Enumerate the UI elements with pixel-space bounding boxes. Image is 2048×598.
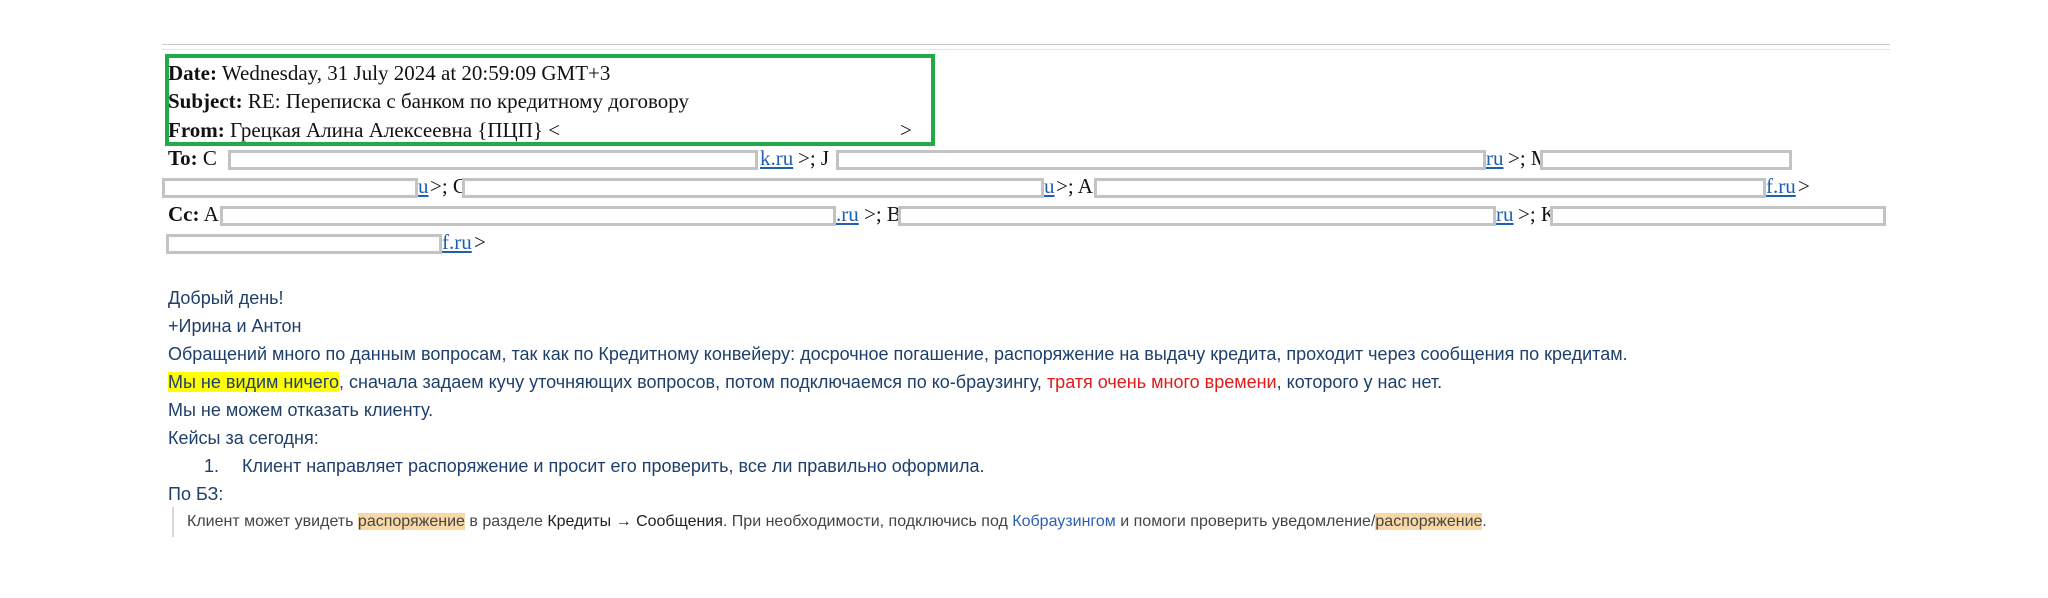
cc-line: Cc: A: [168, 201, 219, 227]
separator-line-secondary: [162, 49, 1890, 50]
redaction-box: [162, 178, 418, 198]
to-link-1[interactable]: k.ru: [760, 145, 793, 171]
to-label: To:: [168, 146, 198, 170]
highlight-frame: [165, 54, 935, 146]
kb-text-3: . При необходимости, подключись под: [722, 513, 1013, 530]
body-paragraph-2-middle: , сначала задаем кучу уточняющих вопросо…: [339, 372, 1047, 392]
redaction-box: [228, 150, 758, 170]
red-phrase: тратя очень много времени: [1046, 372, 1277, 392]
kb-text-2: в разделе: [464, 513, 548, 530]
body-paragraph-3: Мы не можем отказать клиенту.: [168, 400, 434, 420]
redaction-box: [220, 206, 836, 226]
body-paragraph-1: Обращений много по данным вопросам, так …: [168, 344, 1628, 364]
cases-title: Кейсы за сегодня:: [168, 428, 319, 448]
redaction-box: [166, 234, 442, 254]
cc-link-1[interactable]: .ru: [836, 201, 859, 227]
kb-highlight-1: распоряжение: [357, 513, 465, 530]
kb-text-4: и помоги проверить уведомление/: [1115, 513, 1376, 530]
to-end: >: [1798, 174, 1810, 198]
cc-sep-1: >; B: [864, 202, 901, 226]
separator-line: [162, 44, 1890, 45]
cc-link-2[interactable]: ru: [1496, 201, 1514, 227]
kb-title: По БЗ:: [168, 484, 224, 504]
cc-end: >: [474, 230, 486, 254]
greeting: Добрый день!: [168, 288, 284, 308]
to-link-4[interactable]: u: [1044, 173, 1055, 199]
to-link-3[interactable]: u: [418, 173, 429, 199]
redaction-box: [898, 206, 1496, 226]
kb-section-path: Кредиты → Сообщения: [547, 513, 723, 530]
cc-note: +Ирина и Антон: [168, 316, 302, 336]
to-start: C: [202, 146, 217, 170]
to-line: To: C: [168, 145, 217, 171]
to-sep-4: >; A: [1056, 174, 1093, 198]
to-sep-1: >; J: [798, 146, 830, 170]
highlighted-phrase: Мы не видим ничего: [168, 372, 339, 392]
kb-text-1: Клиент может увидеть: [187, 513, 358, 530]
kb-text-5: .: [1482, 513, 1487, 530]
redaction-box: [462, 178, 1044, 198]
redaction-box: [836, 150, 1486, 170]
to-link-5[interactable]: f.ru: [1766, 173, 1796, 199]
cc-link-3[interactable]: f.ru: [442, 229, 472, 255]
body-paragraph-2-end: , которого у нас нет.: [1276, 372, 1443, 392]
redaction-box: [1094, 178, 1766, 198]
redaction-box: [1550, 206, 1886, 226]
cc-start: A: [203, 202, 219, 226]
kb-quote: Клиент может увидеть распоряжение в разд…: [187, 511, 1487, 533]
quote-bar: [172, 507, 174, 537]
redaction-box: [1540, 150, 1792, 170]
case-1-number: 1.: [204, 456, 220, 476]
kb-cobrowsing-link[interactable]: Кобраузингом: [1012, 513, 1116, 530]
cc-label: Cc:: [168, 202, 200, 226]
to-link-2[interactable]: ru: [1486, 145, 1504, 171]
kb-highlight-2: распоряжение: [1375, 513, 1483, 530]
body-paragraph-2: Мы не видим ничего, сначала задаем кучу …: [168, 370, 1442, 394]
case-1-text: Клиент направляет распоряжение и просит …: [242, 456, 985, 476]
